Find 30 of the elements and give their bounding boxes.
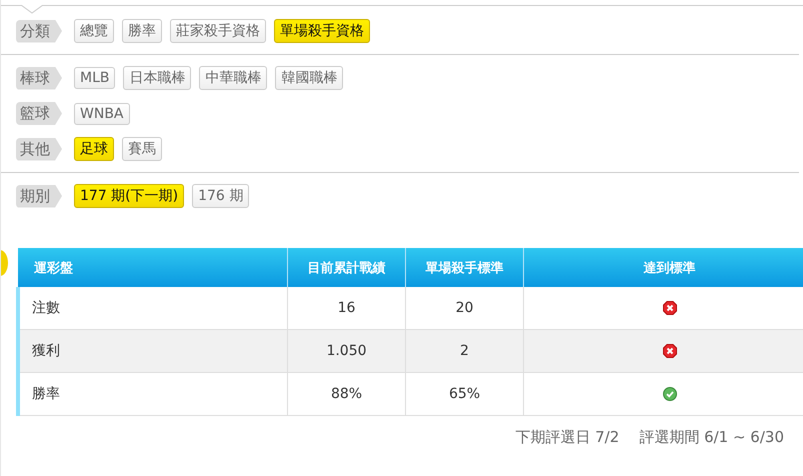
- filter-chip[interactable]: 韓國職棒: [275, 66, 344, 90]
- filter-label: 分類: [16, 20, 62, 42]
- filter-chip[interactable]: 日本職棒: [123, 66, 192, 90]
- filter-label: 棒球: [16, 66, 62, 90]
- filter-chip[interactable]: 177 期(下一期): [74, 184, 184, 208]
- column-header: 達到標準: [524, 248, 803, 287]
- table-cell: 勝率: [18, 372, 288, 416]
- filter-chip[interactable]: 賽馬: [122, 137, 162, 161]
- filter-chip[interactable]: 單場殺手資格: [274, 19, 370, 43]
- filter-chip[interactable]: 中華職棒: [199, 66, 268, 90]
- filter-label: 籃球: [16, 102, 62, 125]
- filter-chip[interactable]: 總覽: [74, 19, 114, 43]
- next-selection-date: 下期評選日 7/2: [515, 428, 620, 447]
- column-header: 運彩盤: [18, 248, 288, 287]
- filter-label: 其他: [16, 138, 62, 160]
- table-cell: 2: [406, 330, 524, 372]
- column-header: 目前累計戰績: [288, 248, 406, 287]
- table-cell: 獲利: [18, 330, 288, 372]
- column-header: 單場殺手標準: [406, 248, 524, 287]
- filter-chip[interactable]: 勝率: [122, 19, 162, 43]
- filter-label: 期別: [16, 184, 62, 208]
- filter-chip[interactable]: 足球: [74, 137, 114, 161]
- table-cell: 88%: [288, 372, 406, 416]
- table-cell: 65%: [406, 372, 524, 416]
- filter-chip[interactable]: 莊家殺手資格: [170, 19, 266, 43]
- filter-chip[interactable]: WNBA: [74, 102, 130, 124]
- filter-chip[interactable]: MLB: [74, 67, 116, 89]
- selection-period: 評選期間 6/1 ~ 6/30: [639, 428, 784, 447]
- filter-chip[interactable]: 176 期: [192, 184, 250, 208]
- table-cell: 1.050: [288, 330, 406, 372]
